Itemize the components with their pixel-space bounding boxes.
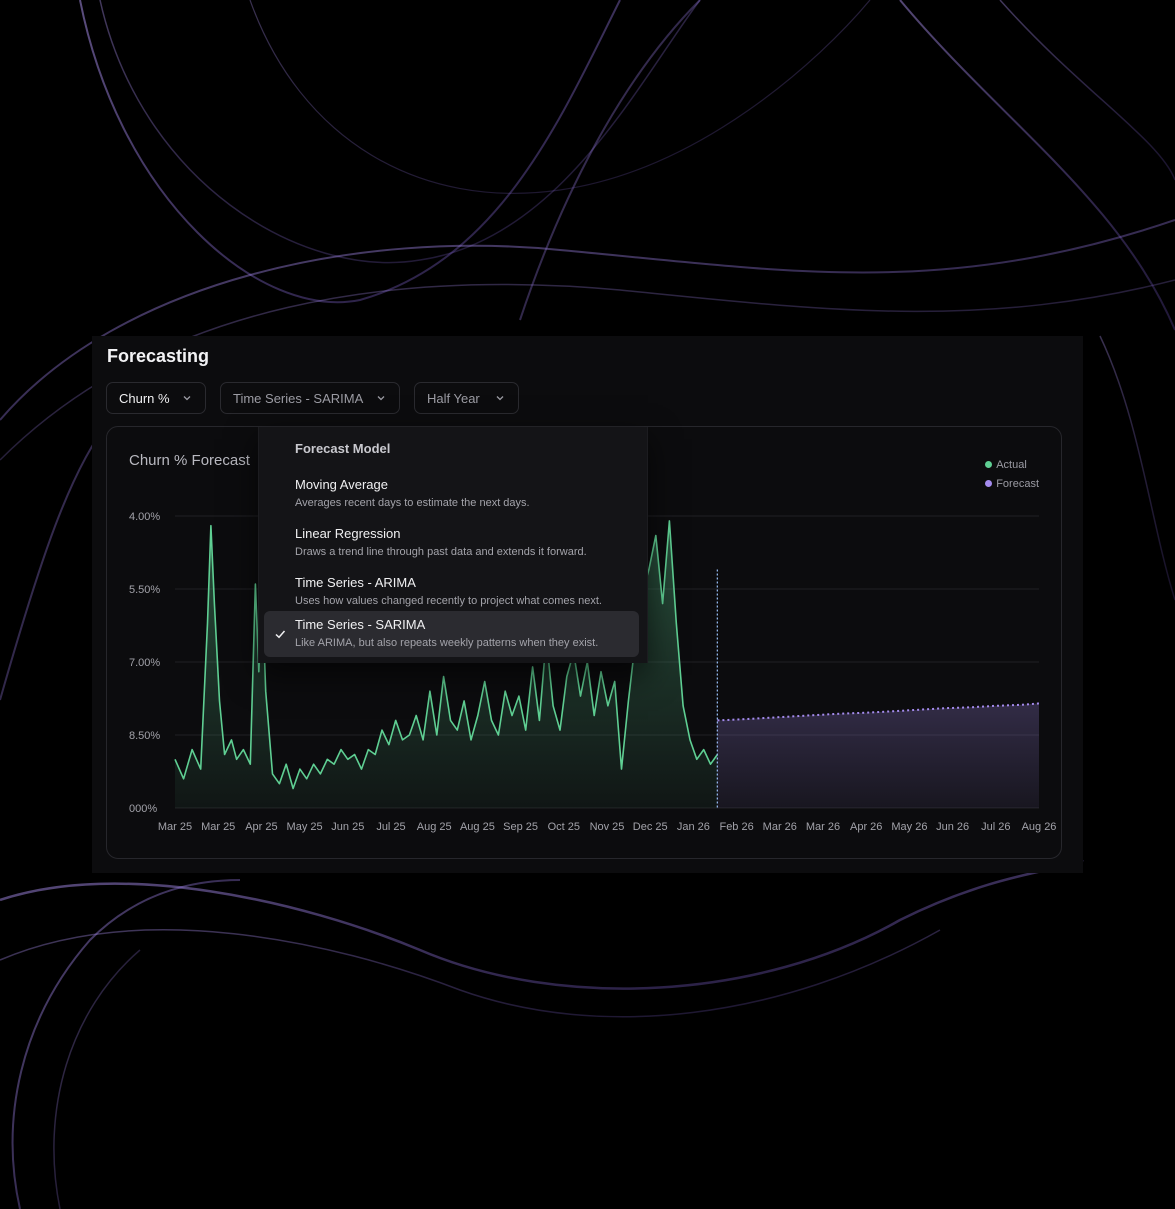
check-icon (275, 630, 286, 639)
x-tick-label: Mar 25 (201, 821, 235, 833)
chevron-down-icon (496, 396, 504, 401)
x-tick-label: Mar 26 (763, 821, 797, 833)
menu-item-label: Linear Regression (295, 526, 401, 541)
x-tick-label: Mar 25 (158, 821, 192, 833)
range-select[interactable]: Half Year (414, 382, 519, 414)
menu-item-linear-regression[interactable]: Linear Regression Draws a trend line thr… (264, 520, 639, 566)
x-tick-label: Dec 25 (633, 821, 668, 833)
x-tick-label: Jun 25 (331, 821, 364, 833)
y-tick-label: 000% (129, 803, 157, 815)
x-tick-label: Mar 26 (806, 821, 840, 833)
menu-item-description: Averages recent days to estimate the nex… (295, 497, 530, 509)
y-tick-label: 5.50% (129, 584, 160, 596)
x-tick-label: Jul 25 (376, 821, 405, 833)
x-tick-label: Apr 25 (245, 821, 277, 833)
x-tick-label: Jun 26 (936, 821, 969, 833)
y-tick-label: 8.50% (129, 730, 160, 742)
menu-item-sarima[interactable]: Time Series - SARIMA Like ARIMA, but als… (264, 611, 639, 657)
x-tick-label: May 25 (287, 821, 323, 833)
y-tick-label: 7.00% (129, 657, 160, 669)
x-tick-label: Feb 26 (719, 821, 753, 833)
menu-item-moving-average[interactable]: Moving Average Averages recent days to e… (264, 471, 639, 517)
metric-select-value: Churn % (119, 390, 170, 406)
menu-item-description: Like ARIMA, but also repeats weekly patt… (295, 637, 599, 649)
chevron-down-icon (183, 396, 191, 401)
y-tick-label: 4.00% (129, 511, 160, 523)
menu-item-arima[interactable]: Time Series - ARIMA Uses how values chan… (264, 569, 639, 615)
x-tick-label: May 26 (891, 821, 927, 833)
x-tick-label: Oct 25 (548, 821, 580, 833)
metric-select[interactable]: Churn % (106, 382, 206, 414)
menu-item-label: Time Series - ARIMA (295, 575, 416, 590)
x-tick-label: Jul 26 (981, 821, 1010, 833)
menu-item-label: Moving Average (295, 477, 388, 492)
model-select[interactable]: Time Series - SARIMA (220, 382, 400, 414)
model-select-value: Time Series - SARIMA (233, 390, 364, 406)
x-tick-label: Aug 25 (417, 821, 452, 833)
menu-item-description: Uses how values changed recently to proj… (295, 595, 602, 607)
panel-title: Forecasting (107, 346, 210, 366)
forecast-model-menu: Forecast Model Moving Average Averages r… (258, 427, 648, 663)
x-tick-label: Aug 26 (1022, 821, 1057, 833)
chevron-down-icon (377, 396, 385, 401)
x-tick-label: Sep 25 (503, 821, 538, 833)
menu-header: Forecast Model (295, 441, 391, 456)
x-tick-label: Apr 26 (850, 821, 882, 833)
x-tick-label: Nov 25 (590, 821, 625, 833)
x-tick-label: Aug 25 (460, 821, 495, 833)
menu-item-label: Time Series - SARIMA (295, 617, 426, 632)
forecast-area (717, 703, 1039, 808)
range-select-value: Half Year (427, 390, 480, 406)
x-tick-label: Jan 26 (677, 821, 710, 833)
menu-item-description: Draws a trend line through past data and… (295, 546, 587, 558)
